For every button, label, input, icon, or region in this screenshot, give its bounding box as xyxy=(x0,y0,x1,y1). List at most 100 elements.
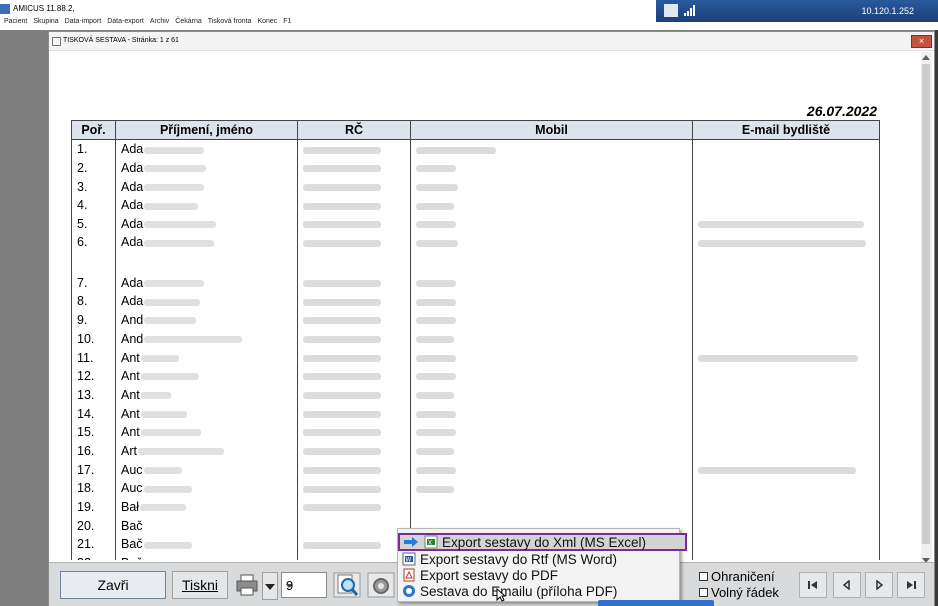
redacted-text xyxy=(416,466,456,474)
redacted-text xyxy=(303,373,381,381)
table-row: 18. Auc xyxy=(71,479,880,498)
row-name-text: Ada xyxy=(121,161,144,176)
menu-pacient[interactable]: Pacient xyxy=(4,18,27,25)
row-rc xyxy=(297,385,411,405)
menu-konec[interactable]: Konec xyxy=(257,18,277,25)
menu-data-import[interactable]: Data-import xyxy=(65,18,102,25)
row-email xyxy=(692,553,880,560)
col-header-name: Příjmení, jméno xyxy=(115,120,298,140)
first-page-button[interactable] xyxy=(799,572,827,598)
close-report-button[interactable]: Zavři xyxy=(60,571,166,599)
app-title: AMICUS 11.88.2, xyxy=(0,4,75,14)
scroll-thumb[interactable] xyxy=(922,64,930,544)
row-name-text: Ada xyxy=(121,294,144,309)
redacted-text xyxy=(416,183,458,191)
redacted-text xyxy=(303,146,381,154)
redacted-text xyxy=(140,429,201,437)
copies-select[interactable]: 9 xyxy=(281,572,327,598)
border-checkbox-row[interactable]: Ohraničení xyxy=(699,569,775,584)
freerow-checkbox-row[interactable]: Volný řádek xyxy=(699,585,779,600)
connection-bar: 10.120.1.252 xyxy=(656,0,938,22)
row-name: Bač xyxy=(115,553,298,560)
row-email xyxy=(692,385,880,405)
export-pdf-menu-item[interactable]: Export sestavy do PDF xyxy=(402,567,674,583)
border-checkbox[interactable] xyxy=(699,572,708,581)
redacted-text xyxy=(303,183,381,191)
row-order: 12. xyxy=(71,366,116,386)
svg-text:W: W xyxy=(406,558,412,564)
export-xml-menu-item[interactable]: X Export sestavy do Xml (MS Excel) xyxy=(398,533,687,551)
printer-icon[interactable] xyxy=(233,572,261,598)
row-name-text: Bał xyxy=(121,500,140,515)
window-close-button[interactable]: × xyxy=(911,35,932,48)
redacted-text xyxy=(144,165,207,173)
row-name: And xyxy=(115,310,298,330)
table-row: 15. Ant xyxy=(71,422,880,442)
row-mobile xyxy=(410,366,693,386)
row-rc xyxy=(297,177,411,197)
prev-page-icon xyxy=(842,580,850,590)
row-order: 11. xyxy=(71,348,116,367)
redacted-text xyxy=(303,448,381,456)
redacted-text xyxy=(698,354,858,362)
row-rc xyxy=(297,422,411,442)
print-button[interactable]: Tiskni xyxy=(172,571,228,599)
freerow-checkbox[interactable] xyxy=(699,588,708,597)
menu-tiskova-fronta[interactable]: Tisková fronta xyxy=(208,18,252,25)
table-row: 13. Ant xyxy=(71,385,880,405)
redacted-text xyxy=(144,317,197,325)
print-report-window: TISKOVÁ SESTAVA - Stránka: 1 z 61 × 26.0… xyxy=(48,31,935,606)
table-row: 16. Art xyxy=(71,441,880,461)
row-name-text: Ant xyxy=(121,350,140,365)
export-rtf-menu-item[interactable]: W Export sestavy do Rtf (MS Word) xyxy=(402,551,674,567)
settings-icon[interactable] xyxy=(367,572,395,598)
menu-cekarna[interactable]: Čekárna xyxy=(175,18,201,25)
arrow-right-icon xyxy=(404,537,418,547)
scroll-up-icon[interactable] xyxy=(922,55,930,60)
redacted-text xyxy=(416,448,454,456)
row-name: Bač xyxy=(115,535,298,554)
row-email xyxy=(692,441,880,461)
menu-skupina[interactable]: Skupina xyxy=(33,18,58,25)
menu-help[interactable]: F1 xyxy=(283,18,291,25)
row-name: Ada xyxy=(115,158,298,178)
row-order: 7. xyxy=(71,273,116,293)
word-icon: W xyxy=(402,552,416,566)
row-order: 8. xyxy=(71,292,116,311)
row-name-text: And xyxy=(121,313,144,328)
redacted-text xyxy=(416,279,456,287)
row-name: And xyxy=(115,329,298,349)
vertical-scrollbar[interactable] xyxy=(921,52,932,566)
row-rc xyxy=(297,497,411,517)
report-page: 26.07.2022 Poř. Příjmení, jméno RČ Mobil… xyxy=(51,52,921,560)
row-email xyxy=(692,497,880,517)
row-order: 1. xyxy=(71,139,116,159)
row-rc xyxy=(297,329,411,349)
menu-data-export[interactable]: Data-export xyxy=(107,18,144,25)
row-order: 13. xyxy=(71,385,116,405)
row-name: Ada xyxy=(115,196,298,215)
excel-icon: X xyxy=(424,535,438,549)
menu-archiv[interactable]: Archiv xyxy=(150,18,169,25)
row-order: 19. xyxy=(71,497,116,517)
printer-dropdown[interactable] xyxy=(262,572,278,600)
zoom-preview-icon[interactable] xyxy=(333,572,361,598)
app-icon xyxy=(0,4,10,14)
redacted-text xyxy=(698,221,864,229)
row-order: 16. xyxy=(71,441,116,461)
redacted-text xyxy=(143,485,192,493)
report-header-row: Poř. Příjmení, jméno RČ Mobil E-mail byd… xyxy=(71,120,880,140)
redacted-text xyxy=(303,429,381,437)
next-page-button[interactable] xyxy=(865,572,893,598)
redacted-text xyxy=(144,239,215,247)
row-rc xyxy=(297,292,411,311)
export-email-menu-item[interactable]: Sestava do Emailu (příloha PDF) xyxy=(402,583,674,599)
redacted-text xyxy=(303,221,381,229)
row-email xyxy=(692,214,880,234)
row-name: Ada xyxy=(115,177,298,197)
row-mobile xyxy=(410,177,693,197)
redacted-text xyxy=(144,279,205,287)
last-page-button[interactable] xyxy=(897,572,925,598)
row-name-text: Ada xyxy=(121,198,144,213)
prev-page-button[interactable] xyxy=(833,572,861,598)
